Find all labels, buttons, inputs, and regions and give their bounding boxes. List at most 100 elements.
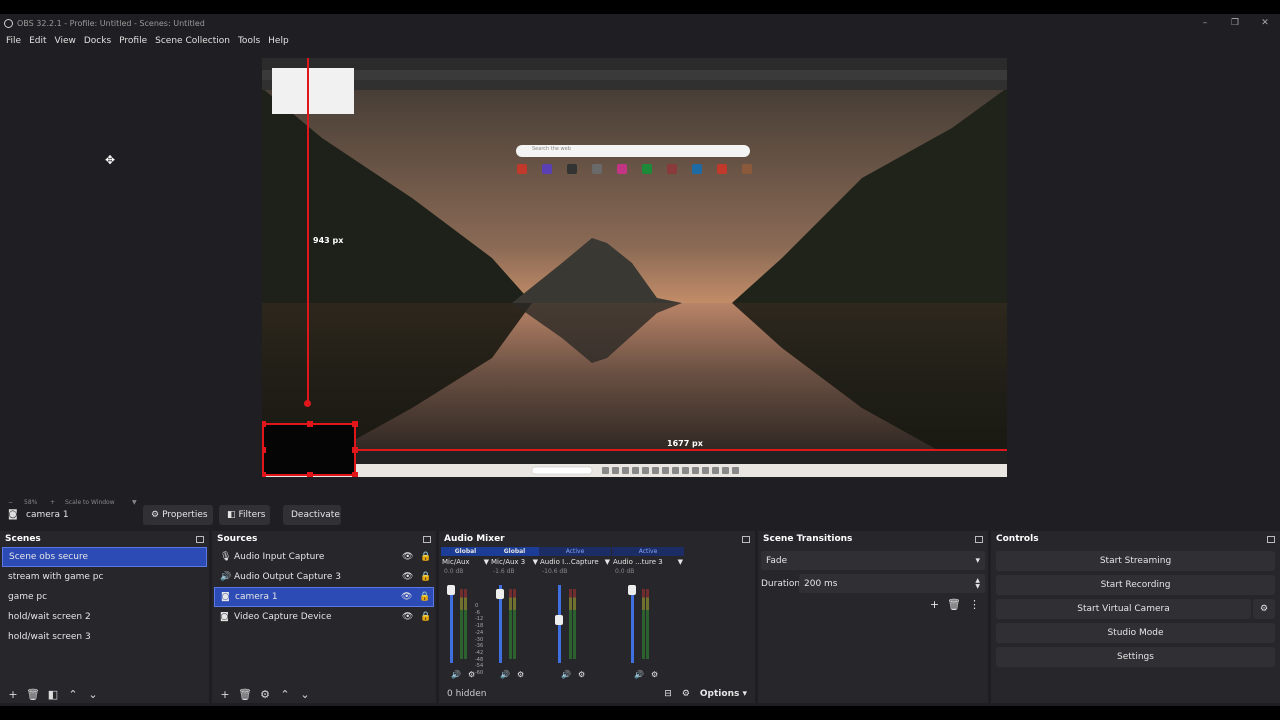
audio-settings-icon[interactable]: ⚙ — [578, 670, 585, 679]
height-guide-label: 943 px — [313, 236, 344, 245]
gear-icon[interactable]: ⚙ — [256, 686, 274, 702]
trash-icon[interactable]: 🗑 — [24, 686, 42, 702]
scene-filters-button[interactable]: ◧ — [44, 686, 62, 702]
add-source-button[interactable]: + — [216, 686, 234, 702]
menu-scene-collection[interactable]: Scene Collection — [151, 36, 234, 46]
volume-slider[interactable] — [631, 585, 634, 663]
preview-area[interactable]: ✥ Search the web 943 px 1677 px — [0, 49, 1266, 497]
studio-mode-button[interactable]: Studio Mode — [996, 623, 1275, 643]
eye-icon[interactable]: 👁 — [401, 592, 419, 602]
add-scene-button[interactable]: + — [4, 686, 22, 702]
advanced-audio-icon[interactable]: ⚙ — [682, 689, 690, 699]
start-virtual-camera-button[interactable]: Start Virtual Camera — [996, 599, 1251, 619]
volume-slider[interactable] — [450, 585, 453, 663]
move-up-button[interactable]: ⌃ — [276, 686, 294, 702]
transition-select[interactable]: Fade ▾ — [761, 551, 985, 570]
guide-handle[interactable] — [304, 400, 311, 407]
maximize-button[interactable]: ❐ — [1220, 14, 1250, 32]
resize-handle[interactable] — [307, 421, 313, 427]
volume-knob[interactable] — [496, 589, 504, 599]
menu-docks[interactable]: Docks — [80, 36, 115, 46]
menu-edit[interactable]: Edit — [25, 36, 50, 46]
chevron-down-icon[interactable]: ▼ — [533, 558, 538, 566]
eye-icon[interactable]: 👁 — [402, 612, 420, 622]
scene-item[interactable]: game pc — [2, 587, 207, 607]
resize-handle[interactable] — [352, 472, 358, 477]
trash-icon[interactable]: 🗑 — [947, 598, 961, 611]
menu-profile[interactable]: Profile — [115, 36, 151, 46]
menu-view[interactable]: View — [51, 36, 80, 46]
close-button[interactable]: ✕ — [1250, 14, 1280, 32]
speaker-icon[interactable]: 🔊 — [500, 670, 510, 679]
add-transition-button[interactable]: + — [930, 598, 939, 611]
options-button[interactable]: Options ▾ — [700, 689, 747, 699]
start-streaming-button[interactable]: Start Streaming — [996, 551, 1275, 571]
camera-icon: ◙ — [8, 509, 18, 520]
lock-icon[interactable]: 🔒 — [420, 552, 434, 562]
source-item[interactable]: ◙ Video Capture Device 👁 🔒 — [214, 607, 434, 627]
scene-item[interactable]: Scene obs secure — [2, 547, 207, 567]
deactivate-button[interactable]: Deactivate — [283, 505, 341, 525]
more-options-icon[interactable]: ⋮ — [969, 598, 980, 611]
virtual-camera-settings-button[interactable]: ⚙ — [1253, 599, 1275, 619]
resize-handle[interactable] — [352, 447, 358, 453]
resize-handle[interactable] — [262, 421, 266, 427]
scene-item[interactable]: hold/wait screen 3 — [2, 627, 207, 647]
layout-icon[interactable]: ⊟ — [664, 689, 672, 699]
lock-icon[interactable]: 🔒 — [420, 572, 434, 582]
source-item[interactable]: ◙ camera 1 👁 🔒 — [214, 587, 434, 607]
filters-button[interactable]: ◧ Filters — [219, 505, 270, 525]
settings-button[interactable]: Settings — [996, 647, 1275, 667]
volume-knob[interactable] — [447, 585, 455, 595]
lock-icon[interactable]: 🔒 — [420, 612, 434, 622]
audio-mixer-dock: Audio Mixer Global Mic/Aux ▼ 0.0 dB 🔊 ⚙ … — [439, 531, 755, 703]
move-up-button[interactable]: ⌃ — [64, 686, 82, 702]
resize-handle[interactable] — [307, 472, 313, 477]
sources-dock: Sources 🎙 Audio Input Capture 👁 🔒 🔊 Audi… — [212, 531, 436, 703]
duration-input[interactable]: 200 ms ▲ ▼ — [799, 574, 985, 593]
eye-icon[interactable]: 👁 — [402, 552, 420, 562]
resize-handle[interactable] — [262, 447, 266, 453]
chevron-down-icon[interactable]: ▼ — [678, 558, 683, 566]
volume-knob[interactable] — [628, 585, 636, 595]
resize-handle[interactable] — [262, 472, 266, 477]
source-name: Video Capture Device — [234, 612, 332, 622]
menu-help[interactable]: Help — [264, 36, 293, 46]
speaker-icon[interactable]: 🔊 — [561, 670, 571, 679]
menu-tools[interactable]: Tools — [234, 36, 264, 46]
trash-icon[interactable]: 🗑 — [236, 686, 254, 702]
start-recording-button[interactable]: Start Recording — [996, 575, 1275, 595]
source-item[interactable]: 🎙 Audio Input Capture 👁 🔒 — [214, 547, 434, 567]
scene-item[interactable]: hold/wait screen 2 — [2, 607, 207, 627]
undock-icon[interactable] — [742, 535, 750, 543]
audio-settings-icon[interactable]: ⚙ — [651, 670, 658, 679]
undock-icon[interactable] — [1267, 535, 1275, 543]
volume-knob[interactable] — [555, 615, 563, 625]
menu-file[interactable]: File — [2, 36, 25, 46]
undock-icon[interactable] — [423, 535, 431, 543]
channel-badge: Active — [539, 547, 611, 556]
speaker-icon[interactable]: 🔊 — [634, 670, 644, 679]
preview-canvas[interactable]: Search the web 943 px 1677 px — [262, 58, 1007, 477]
resize-handle[interactable] — [352, 421, 358, 427]
chevron-down-icon[interactable]: ▼ — [484, 558, 489, 566]
camera-icon: ◙ — [220, 612, 229, 622]
stepper-icon[interactable]: ▲ ▼ — [975, 577, 980, 590]
selected-source-box[interactable] — [262, 421, 358, 477]
chevron-down-icon[interactable]: ▼ — [605, 558, 610, 566]
microphone-icon: 🎙 — [220, 552, 232, 562]
eye-icon[interactable]: 👁 — [402, 572, 420, 582]
scene-item[interactable]: stream with game pc — [2, 567, 207, 587]
minimize-button[interactable]: – — [1190, 14, 1220, 32]
audio-settings-icon[interactable]: ⚙ — [517, 670, 524, 679]
lock-icon[interactable]: 🔒 — [419, 592, 433, 602]
speaker-icon[interactable]: 🔊 — [451, 670, 461, 679]
move-down-button[interactable]: ⌄ — [84, 686, 102, 702]
properties-button[interactable]: ⚙ Properties — [143, 505, 213, 525]
undock-icon[interactable] — [975, 535, 983, 543]
move-down-button[interactable]: ⌄ — [296, 686, 314, 702]
source-item[interactable]: 🔊 Audio Output Capture 3 👁 🔒 — [214, 567, 434, 587]
channel-badge: Global — [490, 547, 539, 556]
options-label: Options — [699, 689, 740, 699]
undock-icon[interactable] — [196, 535, 204, 543]
